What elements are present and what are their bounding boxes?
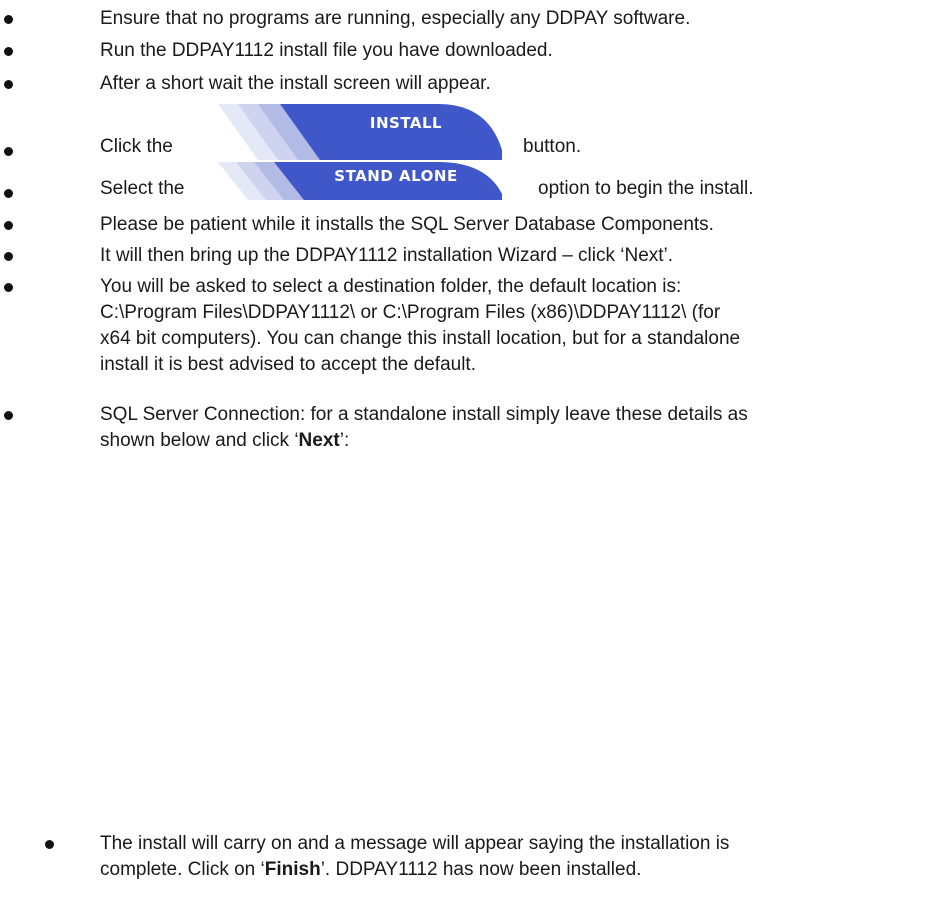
step-line: shown below and click ‘Next’: (100, 430, 350, 451)
step-line: C:\Program Files\DDPAY1112\ or C:\Progra… (100, 302, 721, 323)
step-text: Ensure that no programs are running, esp… (100, 8, 691, 29)
finish-label: Finish (264, 859, 321, 880)
step-text: After a short wait the install screen wi… (100, 73, 491, 94)
bullet (4, 283, 13, 292)
step-text-after: option to begin the install. (538, 178, 754, 199)
stand-alone-button[interactable]: STAND ALONE (218, 162, 518, 200)
list-item: Click the INSTALL button. (0, 104, 939, 164)
step-text-block: The install will carry on and a message … (100, 831, 909, 883)
step-text-after: button. (523, 136, 582, 157)
step-line: complete. Click on ‘Finish’. DDPAY1112 h… (100, 859, 642, 880)
bullet (4, 221, 13, 230)
bullet (4, 47, 13, 56)
step-text: Please be patient while it installs the … (100, 214, 714, 235)
step-text-block: SQL Server Connection: for a standalone … (100, 402, 909, 454)
bullet (4, 15, 13, 24)
stand-alone-button-label: STAND ALONE (334, 167, 457, 185)
step-line: The install will carry on and a message … (100, 833, 730, 854)
install-button-label: INSTALL (370, 114, 442, 132)
bullet (4, 147, 13, 156)
step-text: Run the DDPAY1112 install file you have … (100, 40, 553, 61)
step-text-block: You will be asked to select a destinatio… (100, 274, 909, 378)
step-text: It will then bring up the DDPAY1112 inst… (100, 245, 674, 266)
step-line: You will be asked to select a destinatio… (100, 276, 682, 297)
list-item: Select the STAND ALONE option to begin t… (0, 162, 939, 212)
step-line: install it is best advised to accept the… (100, 354, 476, 375)
next-label: Next (298, 430, 340, 451)
install-button[interactable]: INSTALL (218, 104, 518, 160)
bullet (4, 252, 13, 261)
bullet (4, 80, 13, 89)
step-line: x64 bit computers). You can change this … (100, 328, 741, 349)
bullet (4, 189, 13, 198)
bullet (45, 840, 54, 849)
bullet (4, 411, 13, 420)
step-line: SQL Server Connection: for a standalone … (100, 404, 748, 425)
